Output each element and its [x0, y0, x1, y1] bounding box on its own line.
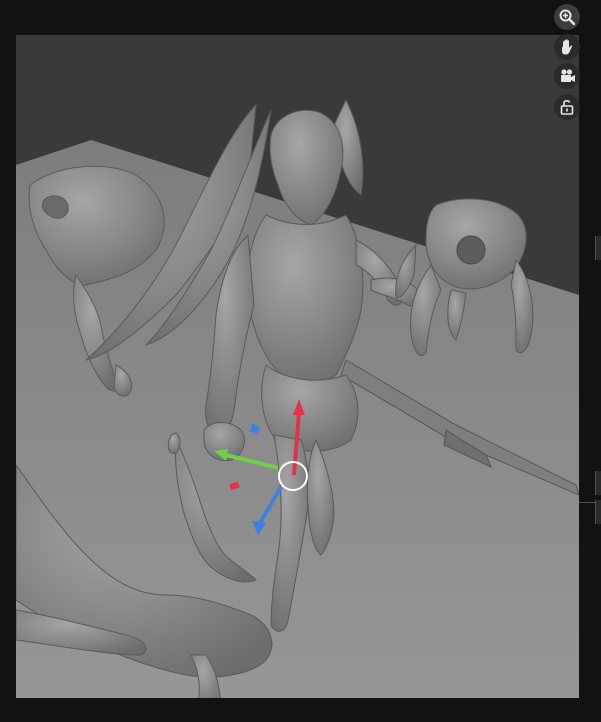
region-resize-handle-top[interactable]: [595, 236, 601, 260]
camera-view-button[interactable]: [554, 63, 580, 89]
zoom-button[interactable]: [554, 4, 580, 30]
camera-icon: [561, 69, 575, 82]
pan-button[interactable]: [554, 34, 580, 60]
3d-viewport[interactable]: [16, 35, 579, 710]
region-resize-handle-low[interactable]: [595, 500, 601, 524]
hand-pan-icon: [562, 39, 573, 55]
viewport-bottom-strip: [16, 698, 579, 710]
lock-icon: [560, 100, 574, 115]
region-resize-handle-mid[interactable]: [595, 471, 601, 495]
lock-view-button[interactable]: [554, 94, 580, 120]
viewport-scene: [16, 35, 579, 710]
zoom-icon: [559, 9, 576, 26]
